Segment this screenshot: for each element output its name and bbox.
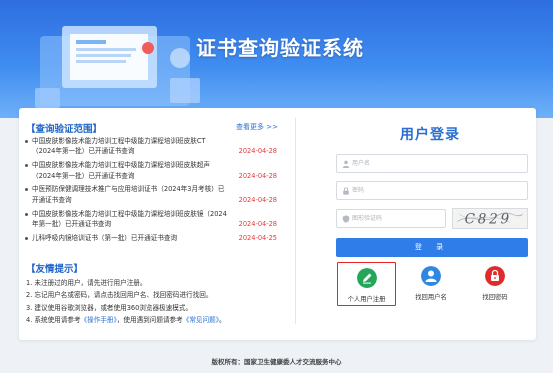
- bullet-icon: [25, 236, 28, 240]
- bullet-icon: [25, 164, 28, 168]
- captcha-text: C829: [465, 211, 512, 227]
- banner: 证书查询验证系统: [0, 0, 553, 118]
- tip-item: 3. 建议使用谷歌浏览器，或者使用360浏览器极速模式。: [26, 303, 193, 312]
- find-password-label: 找回密码: [482, 294, 508, 301]
- bullet-icon: [25, 188, 28, 192]
- username-field: [336, 154, 528, 173]
- list-item[interactable]: 儿科呼吸内镜培训证书（第一批）已开通证书查询 2024-04-25: [23, 233, 285, 243]
- panel-divider: [295, 118, 296, 324]
- find-username-label: 找回用户名: [415, 294, 447, 301]
- tip-text: ，使用遇到问题请参考: [116, 315, 183, 324]
- list-item[interactable]: 中国皮肤影像技术能力培训工程中级能力课程培训班皮肤CT（2024年第一批）已开通…: [23, 136, 285, 157]
- captcha-field: [336, 209, 446, 228]
- list-item-date: 2024-04-28: [238, 195, 277, 204]
- find-password-button[interactable]: 找回密码: [465, 266, 525, 301]
- footer-copyright: 版权所有：国家卫生健康委人才交流服务中心: [211, 358, 342, 366]
- register-button[interactable]: 个人用户注册: [337, 262, 396, 306]
- bullet-icon: [25, 212, 28, 216]
- login-button[interactable]: 登 录: [336, 238, 528, 257]
- captcha-image[interactable]: C829: [452, 208, 528, 229]
- captcha-input[interactable]: [352, 211, 442, 226]
- list-item-date: 2024-04-28: [238, 220, 277, 229]
- tip-item: 4. 系统使用请参考《操作手册》，使用遇到问题请参考《常见问题》。: [26, 314, 291, 326]
- bullet-icon: [25, 140, 28, 143]
- list-item-date: 2024-04-25: [238, 233, 277, 242]
- more-link[interactable]: 查看更多 >>: [236, 122, 278, 132]
- password-input[interactable]: [352, 183, 522, 198]
- lock-icon: [343, 187, 349, 195]
- lock-icon: [485, 266, 505, 286]
- faq-link[interactable]: 《常见问题》: [183, 316, 219, 324]
- tip-item: 2. 忘记用户名或密码，请点击找回用户名、找回密码进行找回。: [26, 291, 213, 300]
- list-item[interactable]: 中国皮肤影像技术能力培训工程中级能力课程培训班皮肤超声（2024年第一批）已开通…: [23, 160, 285, 181]
- banner-illustration: [35, 26, 200, 108]
- tip-text: 4. 系统使用请参考: [26, 315, 81, 324]
- list-item[interactable]: 中国皮肤影像技术能力培训工程中级能力课程培训班皮肤镜（2024年第一批）已开通证…: [23, 209, 285, 230]
- login-title: 用户登录: [400, 127, 460, 143]
- user-icon: [342, 160, 350, 168]
- find-username-button[interactable]: 找回用户名: [401, 266, 461, 301]
- system-title: 证书查询验证系统: [196, 36, 364, 60]
- list-item-text: 中国皮肤影像技术能力培训工程中级能力课程培训班皮肤CT（2024年第一批）已开通…: [32, 137, 206, 156]
- user-icon: [421, 266, 441, 286]
- password-field: [336, 181, 528, 200]
- username-input[interactable]: [352, 156, 522, 171]
- scope-list: 中国皮肤影像技术能力培训工程中级能力课程培训班皮肤CT（2024年第一批）已开通…: [23, 136, 285, 247]
- list-item-text: 中医预防保健调理技术推广与应用培训证书（2024年3月考核）已开通证书查询: [32, 185, 225, 204]
- scope-heading: 【查询验证范围】: [26, 124, 103, 135]
- register-label: 个人用户注册: [347, 296, 386, 303]
- tip-item: 1. 未注册过的用户，请先进行用户注册。: [26, 279, 147, 287]
- tips-list: 1. 未注册过的用户，请先进行用户注册。 2. 忘记用户名或密码，请点击找回用户…: [26, 277, 291, 326]
- list-item-date: 2024-04-28: [238, 171, 277, 180]
- list-item-text: 儿科呼吸内镜培训证书（第一批）已开通证书查询: [32, 233, 178, 242]
- shield-icon: [342, 215, 350, 223]
- tips-heading: 【友情提示】: [26, 264, 84, 275]
- list-item-text: 中国皮肤影像技术能力培训工程中级能力课程培训班皮肤镜（2024年第一批）已开通证…: [32, 209, 227, 229]
- list-item-date: 2024-04-28: [238, 147, 277, 156]
- list-item[interactable]: 中医预防保健调理技术推广与应用培训证书（2024年3月考核）已开通证书查询 20…: [23, 184, 285, 205]
- manual-link[interactable]: 《操作手册》: [81, 316, 117, 324]
- list-item-text: 中国皮肤影像技术能力培训工程中级能力课程培训班皮肤超声（2024年第一批）已开通…: [32, 161, 211, 180]
- edit-icon: [356, 268, 377, 288]
- tip-text: 。: [219, 315, 226, 324]
